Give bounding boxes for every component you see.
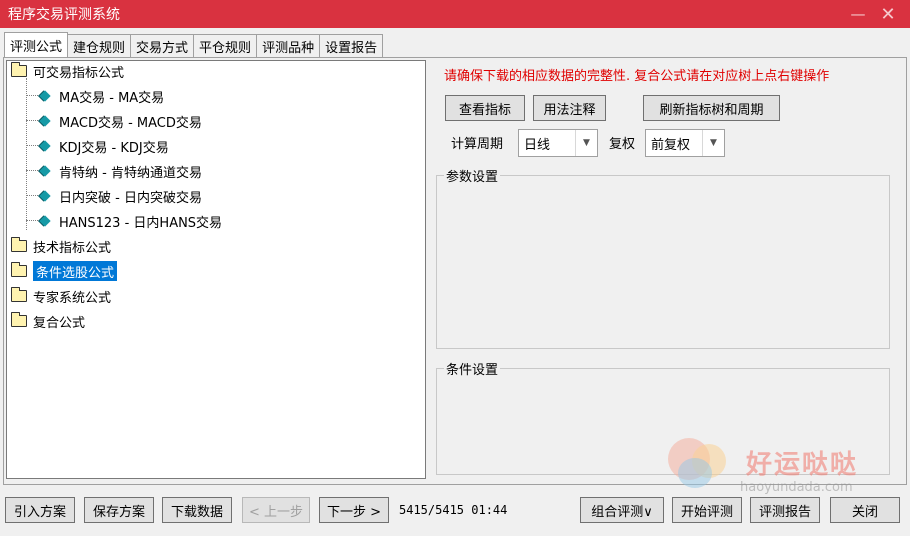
chevron-down-icon[interactable]: ▼: [575, 130, 597, 156]
folder-icon: [11, 287, 27, 302]
tree-node-label: 复合公式: [33, 315, 86, 331]
formula-icon: [39, 115, 51, 127]
tab-strip: 评测公式 建仓规则 交易方式 平仓规则 评测品种 设置报告: [4, 32, 384, 57]
tree-leaf-keltner[interactable]: 肯特纳 - 肯特纳通道交易: [39, 161, 202, 181]
tree-folder-expert[interactable]: 专家系统公式: [11, 286, 111, 306]
adjust-label: 复权: [609, 137, 636, 152]
tab-symbols[interactable]: 评测品种: [256, 34, 321, 57]
minimize-icon[interactable]: —: [846, 0, 870, 28]
import-plan-button[interactable]: 引入方案: [5, 497, 75, 523]
watermark-text: 好运哒哒: [746, 450, 859, 480]
formula-icon: [39, 165, 51, 177]
close-button[interactable]: 关闭: [830, 497, 900, 523]
usage-notes-button[interactable]: 用法注释: [533, 95, 606, 121]
download-data-button[interactable]: 下载数据: [162, 497, 232, 523]
tree-node-label: MA交易 - MA交易: [59, 90, 165, 106]
formula-icon: [39, 140, 51, 152]
tree-node-label-selected: 条件选股公式: [33, 261, 118, 281]
params-group-caption: 参数设置: [444, 166, 501, 185]
prev-step-button[interactable]: < 上一步: [242, 497, 310, 523]
tree-leaf-macd[interactable]: MACD交易 - MACD交易: [39, 111, 202, 131]
tree-folder-tradable[interactable]: 可交易指标公式: [11, 61, 124, 81]
formula-icon: [39, 215, 51, 227]
folder-icon: [11, 237, 27, 252]
combo-eval-button[interactable]: 组合评测∨: [580, 497, 664, 523]
progress-status: 5415/5415 01:44: [399, 503, 508, 517]
tree-leaf-kdj[interactable]: KDJ交易 - KDJ交易: [39, 136, 169, 156]
period-value: 日线: [524, 137, 551, 153]
tree-node-label: 肯特纳 - 肯特纳通道交易: [59, 165, 202, 181]
watermark-url: haoyundada.com: [740, 480, 853, 495]
tree-leaf-ma[interactable]: MA交易 - MA交易: [39, 86, 164, 106]
folder-icon: [11, 262, 27, 277]
refresh-tree-button[interactable]: 刷新指标树和周期: [643, 95, 780, 121]
tree-folder-screening[interactable]: 条件选股公式: [11, 261, 118, 281]
close-icon[interactable]: ✕: [876, 0, 900, 28]
window-title: 程序交易评测系统: [8, 7, 120, 23]
folder-icon: [11, 312, 27, 327]
tree-folder-composite[interactable]: 复合公式: [11, 311, 85, 331]
tree-leaf-breakout[interactable]: 日内突破 - 日内突破交易: [39, 186, 202, 206]
tab-formula[interactable]: 评测公式: [4, 32, 69, 57]
warning-text: 请确保下载的相应数据的完整性. 复合公式请在对应树上点右键操作: [444, 69, 830, 84]
view-indicator-button[interactable]: 查看指标: [445, 95, 525, 121]
tab-close-rule[interactable]: 平仓规则: [193, 34, 258, 57]
tree-leaf-hans123[interactable]: HANS123 - 日内HANS交易: [39, 211, 222, 231]
formula-icon: [39, 190, 51, 202]
save-plan-button[interactable]: 保存方案: [84, 497, 154, 523]
tree-node-label: 可交易指标公式: [33, 65, 125, 81]
adjust-select[interactable]: 前复权 ▼: [645, 129, 725, 157]
title-bar: 程序交易评测系统 — ✕: [0, 0, 910, 28]
tab-trade-mode[interactable]: 交易方式: [130, 34, 195, 57]
formula-tree[interactable]: 可交易指标公式 MA交易 - MA交易 MACD交易 - MACD交易 KDJ交…: [6, 60, 426, 479]
next-step-button[interactable]: 下一步 >: [319, 497, 389, 523]
tree-node-label: 日内突破 - 日内突破交易: [59, 190, 202, 206]
chevron-down-icon[interactable]: ▼: [702, 130, 724, 156]
period-label: 计算周期: [451, 137, 504, 152]
eval-report-button[interactable]: 评测报告: [750, 497, 820, 523]
formula-icon: [39, 90, 51, 102]
start-eval-button[interactable]: 开始评测: [672, 497, 742, 523]
tree-guide-line: [26, 78, 27, 230]
tree-node-label: HANS123 - 日内HANS交易: [59, 215, 223, 231]
tree-node-label: 技术指标公式: [33, 240, 112, 256]
tree-node-label: MACD交易 - MACD交易: [59, 115, 202, 131]
tree-node-label: KDJ交易 - KDJ交易: [59, 140, 169, 156]
conditions-group-caption: 条件设置: [444, 359, 501, 378]
watermark-logo: 好运哒哒 haoyundada.com: [660, 436, 910, 496]
folder-icon: [11, 62, 27, 77]
tree-node-label: 专家系统公式: [33, 290, 112, 306]
tab-open-rule[interactable]: 建仓规则: [67, 34, 132, 57]
params-group: 参数设置: [436, 166, 890, 349]
tab-report-settings[interactable]: 设置报告: [319, 34, 384, 57]
tree-folder-technical[interactable]: 技术指标公式: [11, 236, 111, 256]
period-select[interactable]: 日线 ▼: [518, 129, 598, 157]
adjust-value: 前复权: [651, 137, 691, 153]
